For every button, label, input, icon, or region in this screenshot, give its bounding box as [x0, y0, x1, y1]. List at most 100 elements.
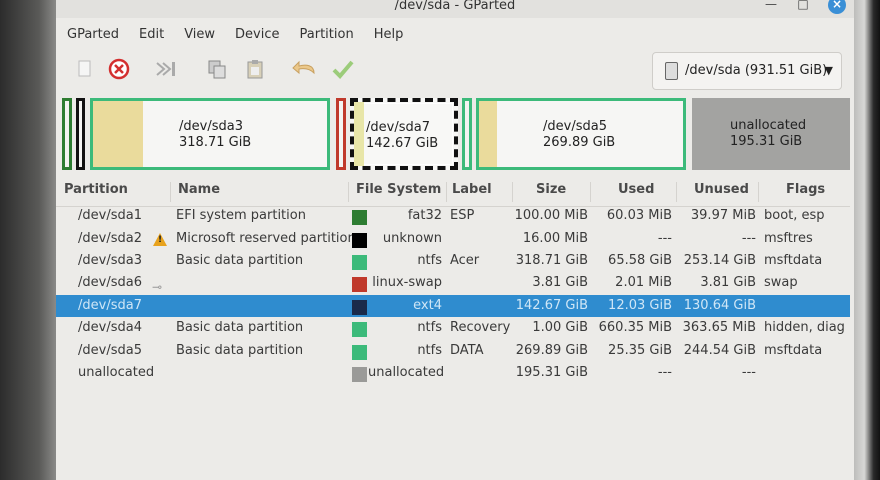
menu-gparted[interactable]: GParted — [56, 24, 128, 46]
col-flags[interactable]: Flags — [786, 178, 825, 202]
undo-icon[interactable] — [292, 56, 318, 82]
cell-partition: /dev/sda2 — [78, 231, 142, 246]
cell-partition: /dev/sda4 — [78, 320, 142, 335]
table-row[interactable]: /dev/sda3 Basic data partition ntfs Acer… — [56, 250, 850, 272]
col-used[interactable]: Used — [618, 178, 654, 202]
device-selector[interactable]: /dev/sda (931.51 GiB) ▼ — [652, 52, 842, 90]
col-partition[interactable]: Partition — [64, 178, 128, 202]
diskmap-sda2[interactable] — [76, 98, 85, 170]
disk-icon — [665, 62, 678, 80]
cell-name: Basic data partition — [176, 320, 304, 335]
menu-partition[interactable]: Partition — [289, 24, 363, 46]
cell-used: --- — [657, 365, 672, 380]
title-bar: /dev/sda - GParted — □ × — [56, 0, 854, 18]
cell-used: 660.35 MiB — [598, 320, 672, 335]
table-row[interactable]: /dev/sda1 EFI system partition fat32 ESP… — [56, 205, 850, 227]
cell-used: 2.01 MiB — [615, 275, 672, 290]
cell-flags: swap — [764, 275, 798, 290]
diskmap-sda7-size: 142.67 GiB — [366, 136, 439, 151]
cell-used: 65.58 GiB — [608, 253, 672, 268]
diskmap-sda7[interactable]: /dev/sda7 142.67 GiB — [350, 98, 458, 170]
col-unused[interactable]: Unused — [694, 178, 749, 202]
diskmap-sda5-name: /dev/sda5 — [543, 119, 607, 134]
col-size[interactable]: Size — [536, 178, 566, 202]
cell-used: 60.03 MiB — [606, 208, 672, 223]
cell-partition: /dev/sda1 — [78, 208, 142, 223]
cell-unused: 39.97 MiB — [690, 208, 756, 223]
device-label: /dev/sda (931.51 GiB) — [685, 63, 828, 78]
cell-label: ESP — [450, 208, 475, 223]
cell-size: 269.89 GiB — [515, 343, 588, 358]
diskmap-sda4[interactable] — [462, 98, 472, 170]
menu-help[interactable]: Help — [363, 24, 413, 46]
window-title: /dev/sda - GParted — [394, 0, 516, 13]
photo-edge-left — [0, 0, 56, 480]
resize-move-icon[interactable] — [154, 56, 180, 82]
diskmap-sda6[interactable] — [336, 98, 346, 170]
cell-filesystem: unallocated — [368, 365, 445, 380]
fs-color-swatch — [352, 300, 367, 315]
col-filesystem[interactable]: File System — [356, 178, 441, 202]
cell-partition: unallocated — [78, 365, 155, 380]
apply-icon[interactable] — [330, 56, 356, 82]
cell-size: 100.00 MiB — [514, 208, 588, 223]
diskmap-sda7-name: /dev/sda7 — [366, 120, 430, 135]
cell-name: Microsoft reserved partition — [176, 231, 356, 246]
table-row[interactable]: /dev/sda2 Microsoft reserved partition u… — [56, 228, 850, 250]
table-row[interactable]: /dev/sda4 Basic data partition ntfs Reco… — [56, 317, 850, 339]
menu-bar: GParted Edit View Device Partition Help — [56, 24, 412, 46]
diskmap-sda3-size: 318.71 GiB — [179, 135, 252, 150]
cell-unused: 3.81 GiB — [700, 275, 756, 290]
col-label[interactable]: Label — [452, 178, 492, 202]
cell-filesystem: ext4 — [413, 298, 442, 313]
cell-name: Basic data partition — [176, 343, 304, 358]
fs-color-swatch — [352, 255, 367, 270]
cell-size: 318.71 GiB — [515, 253, 588, 268]
cell-unused: --- — [741, 231, 756, 246]
paste-icon[interactable] — [242, 56, 268, 82]
cell-label: Acer — [450, 253, 480, 268]
cell-label: DATA — [450, 343, 484, 358]
diskmap-sda5[interactable]: /dev/sda5 269.89 GiB — [476, 98, 686, 170]
menu-view[interactable]: View — [173, 24, 224, 46]
table-row[interactable]: /dev/sda5 Basic data partition ntfs DATA… — [56, 340, 850, 362]
table-row[interactable]: unallocated unallocated 195.31 GiB --- -… — [56, 362, 850, 384]
warning-icon — [153, 233, 167, 246]
menu-device[interactable]: Device — [224, 24, 288, 46]
cell-partition: /dev/sda6 — [78, 275, 142, 290]
new-partition-icon[interactable] — [72, 56, 98, 82]
close-icon[interactable]: × — [828, 0, 846, 14]
cell-filesystem: linux-swap — [372, 275, 442, 290]
fs-color-swatch — [352, 345, 367, 360]
cell-used: 12.03 GiB — [608, 298, 672, 313]
maximize-icon[interactable]: □ — [796, 0, 810, 12]
diskmap-unallocated[interactable]: unallocated 195.31 GiB — [692, 98, 850, 170]
cell-partition: /dev/sda7 — [78, 298, 142, 313]
cell-size: 195.31 GiB — [515, 365, 588, 380]
toolbar — [66, 56, 666, 86]
cell-flags: hidden, diag — [764, 320, 845, 335]
diskmap-sda5-size: 269.89 GiB — [543, 135, 616, 150]
photo-edge-right — [854, 0, 880, 480]
table-row[interactable]: /dev/sda6 ⊸ linux-swap 3.81 GiB 2.01 MiB… — [56, 272, 850, 294]
minimize-icon[interactable]: — — [764, 0, 778, 12]
table-row-selected[interactable]: /dev/sda7 ext4 142.67 GiB 12.03 GiB 130.… — [56, 295, 850, 317]
cell-flags: msftres — [764, 231, 813, 246]
cell-filesystem: unknown — [382, 231, 442, 246]
cell-flags: msftdata — [764, 343, 823, 358]
cell-unused: 244.54 GiB — [683, 343, 756, 358]
cell-size: 1.00 GiB — [532, 320, 588, 335]
diskmap-sda3[interactable]: /dev/sda3 318.71 GiB — [90, 98, 330, 170]
delete-icon[interactable] — [106, 56, 132, 82]
col-name[interactable]: Name — [178, 178, 220, 202]
cell-size: 3.81 GiB — [532, 275, 588, 290]
cell-filesystem: ntfs — [417, 343, 442, 358]
cell-unused: 363.65 MiB — [682, 320, 756, 335]
cell-used: 25.35 GiB — [608, 343, 672, 358]
diskmap-sda1[interactable] — [62, 98, 72, 170]
copy-icon[interactable] — [204, 56, 230, 82]
fs-color-swatch — [352, 277, 367, 292]
menu-edit[interactable]: Edit — [128, 24, 173, 46]
cell-flags: msftdata — [764, 253, 823, 268]
cell-size: 142.67 GiB — [515, 298, 588, 313]
